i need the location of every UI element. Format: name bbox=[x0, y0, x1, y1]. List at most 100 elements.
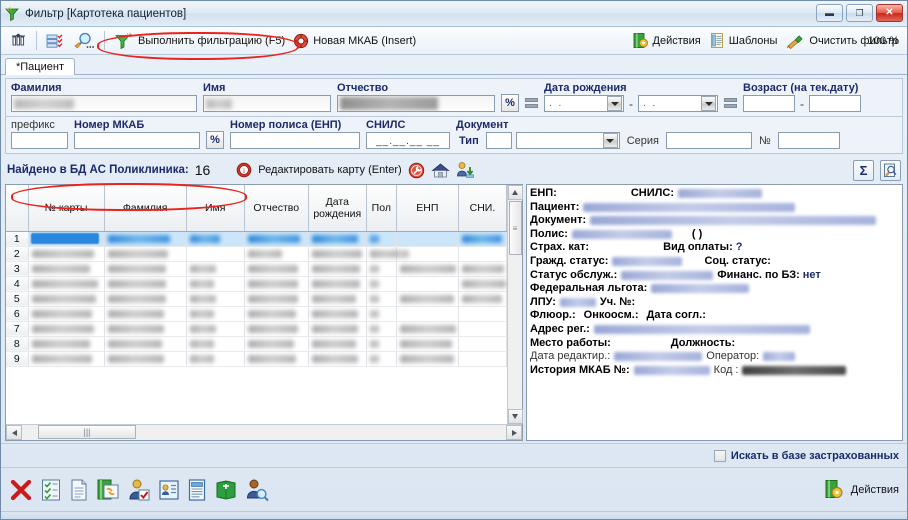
horizontal-scroll-thumb[interactable]: ||| bbox=[38, 425, 136, 439]
column-header-patronymic[interactable]: Отчество bbox=[244, 185, 309, 232]
scroll-right-button[interactable] bbox=[506, 425, 522, 440]
cell-snils[interactable] bbox=[458, 336, 508, 352]
cell-card-number[interactable] bbox=[28, 321, 105, 337]
column-header-card-number[interactable]: № карты bbox=[28, 185, 105, 232]
table-row[interactable]: 7 bbox=[6, 321, 508, 337]
cell-patronymic[interactable] bbox=[244, 261, 309, 277]
birthdate-to-dropdown[interactable] bbox=[701, 96, 716, 111]
delete-red-x-icon[interactable] bbox=[9, 478, 33, 502]
column-header-name[interactable]: Имя bbox=[186, 185, 245, 232]
cell-surname[interactable] bbox=[104, 336, 187, 352]
cell-surname[interactable] bbox=[104, 321, 187, 337]
birthdate-compare-icon[interactable] bbox=[525, 94, 538, 112]
table-row[interactable]: 8 bbox=[6, 336, 508, 352]
cell-patronymic[interactable] bbox=[244, 291, 309, 307]
age-compare-icon[interactable] bbox=[724, 94, 737, 112]
cell-snils[interactable] bbox=[458, 306, 508, 322]
cell-card-number[interactable] bbox=[28, 351, 105, 367]
patronymic-input[interactable] bbox=[337, 95, 495, 112]
scroll-down-button[interactable] bbox=[507, 409, 523, 424]
cell-name[interactable] bbox=[186, 306, 245, 322]
checklist-icon[interactable] bbox=[40, 478, 62, 502]
cell-name[interactable] bbox=[186, 276, 245, 292]
cell-snils[interactable] bbox=[458, 321, 508, 337]
cell-enp[interactable] bbox=[396, 246, 459, 262]
cell-surname[interactable] bbox=[104, 276, 187, 292]
table-row[interactable]: 6 bbox=[6, 306, 508, 322]
actions-button[interactable]: Действия bbox=[628, 31, 705, 50]
cell-gender[interactable] bbox=[366, 261, 397, 277]
column-header-surname[interactable]: Фамилия bbox=[104, 185, 187, 232]
cell-patronymic[interactable] bbox=[244, 336, 309, 352]
scroll-up-button[interactable] bbox=[507, 185, 523, 200]
columns-chart-button[interactable] bbox=[6, 31, 31, 50]
sum-button[interactable]: Σ bbox=[853, 159, 874, 181]
table-row[interactable]: 9 bbox=[6, 351, 508, 367]
new-mkab-button[interactable]: Новая МКАБ (Insert) bbox=[289, 32, 420, 50]
grid-vertical-scrollbar[interactable]: ≡ bbox=[507, 185, 523, 424]
bottom-actions-label[interactable]: Действия bbox=[851, 484, 899, 496]
cell-card-number[interactable] bbox=[28, 291, 105, 307]
column-header-snils[interactable]: СНИ. bbox=[458, 185, 508, 232]
mkab-percent-button[interactable]: % bbox=[206, 131, 224, 149]
scroll-left-button[interactable] bbox=[6, 425, 22, 440]
cell-surname[interactable] bbox=[104, 291, 187, 307]
vertical-scroll-thumb[interactable]: ≡ bbox=[508, 201, 522, 255]
user-import-icon[interactable] bbox=[456, 161, 475, 179]
cell-patronymic[interactable] bbox=[244, 306, 309, 322]
cell-birthdate[interactable] bbox=[308, 261, 367, 277]
cell-patronymic[interactable] bbox=[244, 276, 309, 292]
patronymic-percent-button[interactable]: % bbox=[501, 94, 519, 112]
cell-enp[interactable] bbox=[396, 291, 459, 307]
document-number-input[interactable] bbox=[777, 132, 840, 149]
age-to-input[interactable] bbox=[809, 95, 861, 112]
cell-birthdate[interactable] bbox=[308, 351, 367, 367]
table-row[interactable]: 4 bbox=[6, 276, 508, 292]
cell-enp[interactable] bbox=[396, 336, 459, 352]
cell-name[interactable] bbox=[186, 321, 245, 337]
cell-snils[interactable] bbox=[458, 231, 508, 247]
birthdate-from-dropdown[interactable] bbox=[607, 96, 622, 111]
cell-birthdate[interactable] bbox=[308, 306, 367, 322]
cell-snils[interactable] bbox=[458, 351, 508, 367]
cell-patronymic[interactable] bbox=[244, 321, 309, 337]
green-book-icon[interactable] bbox=[214, 478, 238, 502]
user-search-icon[interactable] bbox=[245, 478, 269, 502]
column-header-enp[interactable]: ЕНП bbox=[396, 185, 459, 232]
column-header-birthdate[interactable]: Дата рождения bbox=[308, 185, 367, 232]
user-check-icon[interactable] bbox=[127, 478, 151, 502]
cell-card-number[interactable] bbox=[28, 276, 105, 292]
card-list-icon[interactable] bbox=[187, 478, 207, 502]
cell-birthdate[interactable] bbox=[308, 291, 367, 307]
birthdate-from-input[interactable]: . . bbox=[544, 95, 624, 112]
cell-surname[interactable] bbox=[104, 231, 187, 247]
horizontal-scroll-track[interactable] bbox=[136, 425, 506, 440]
document-type-code-input[interactable] bbox=[485, 132, 512, 149]
cell-card-number[interactable] bbox=[28, 261, 105, 277]
cell-birthdate[interactable] bbox=[308, 321, 367, 337]
cell-gender[interactable] bbox=[366, 321, 397, 337]
table-row[interactable]: 1 bbox=[6, 231, 508, 247]
mkab-number-input[interactable] bbox=[74, 132, 200, 149]
document-type-dropdown[interactable] bbox=[602, 133, 618, 148]
cell-snils[interactable] bbox=[458, 291, 508, 307]
birthdate-to-input[interactable]: . . bbox=[638, 95, 718, 112]
cell-name[interactable] bbox=[186, 336, 245, 352]
cell-snils[interactable] bbox=[458, 276, 508, 292]
templates-button[interactable]: Шаблоны bbox=[705, 31, 782, 50]
cell-enp[interactable] bbox=[396, 306, 459, 322]
cell-gender[interactable] bbox=[366, 291, 397, 307]
name-input[interactable] bbox=[203, 95, 331, 112]
cell-patronymic[interactable] bbox=[244, 351, 309, 367]
tab-patient[interactable]: *Пациент bbox=[5, 58, 75, 75]
document-series-input[interactable] bbox=[666, 132, 752, 149]
cell-card-number[interactable] bbox=[28, 336, 105, 352]
document-search-button[interactable] bbox=[880, 159, 901, 181]
table-row[interactable]: 5 bbox=[6, 291, 508, 307]
table-row[interactable]: 2 bbox=[6, 246, 508, 262]
wrench-circle-icon[interactable] bbox=[408, 162, 425, 179]
link-document-icon[interactable] bbox=[96, 478, 120, 502]
maximize-button[interactable]: ❐ bbox=[846, 4, 873, 22]
cell-card-number[interactable] bbox=[28, 306, 105, 322]
cell-birthdate[interactable] bbox=[308, 336, 367, 352]
